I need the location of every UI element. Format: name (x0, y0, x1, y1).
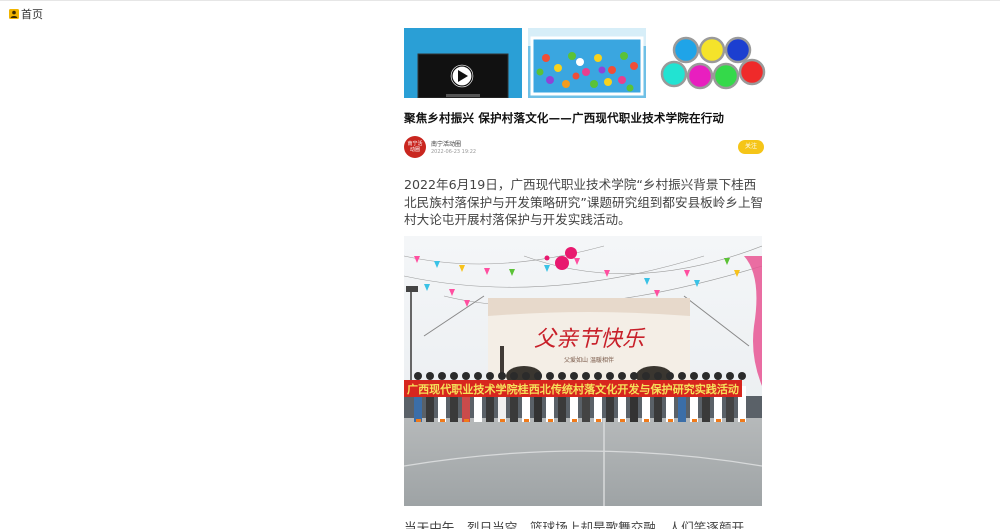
paint-buckets-thumbnail[interactable] (652, 28, 770, 98)
article-intro: 2022年6月19日，广西现代职业技术学院“乡村振兴背景下桂西北民族村落保护与开… (404, 177, 764, 227)
top-border (0, 0, 1000, 1)
banner-text: 广西现代职业技术学院桂西北传统村落文化开发与保护研究实践活动 (407, 382, 739, 396)
video-thumbnail[interactable] (404, 28, 522, 98)
follow-button[interactable]: 关注 (738, 140, 764, 154)
article-title[interactable]: 聚焦乡村振兴 保护村落文化——广西现代职业技术学院在行动 (404, 110, 770, 126)
home-link[interactable]: 首页 (9, 6, 43, 22)
play-icon[interactable] (449, 63, 475, 89)
avatar[interactable]: 南宁活动圈 (404, 136, 426, 158)
author-row: 南宁活动圈 南宁活动圈 2022-06-23 19:22 关注 (404, 136, 764, 160)
backdrop-subtitle: 父爱如山 温暖相伴 (564, 356, 614, 364)
author-name[interactable]: 南宁活动圈 (431, 139, 461, 148)
avatar-text: 南宁活动圈 (407, 141, 423, 153)
ball-pool-thumbnail[interactable] (528, 28, 646, 98)
publish-time: 2022-06-23 19:22 (431, 149, 477, 155)
event-photo: 父亲节快乐 父爱如山 温暖相伴 广西现代职业技术学院桂西北传统村落文化开发与保护… (404, 236, 762, 506)
thumbnail-strip (404, 28, 770, 98)
article-next-line: 当天中午，烈日当空，篮球场上却是歌舞交融，人们笑逐颜开 (404, 520, 745, 529)
user-icon (9, 9, 19, 19)
home-label: 首页 (21, 8, 43, 21)
backdrop-title: 父亲节快乐 (534, 327, 646, 352)
